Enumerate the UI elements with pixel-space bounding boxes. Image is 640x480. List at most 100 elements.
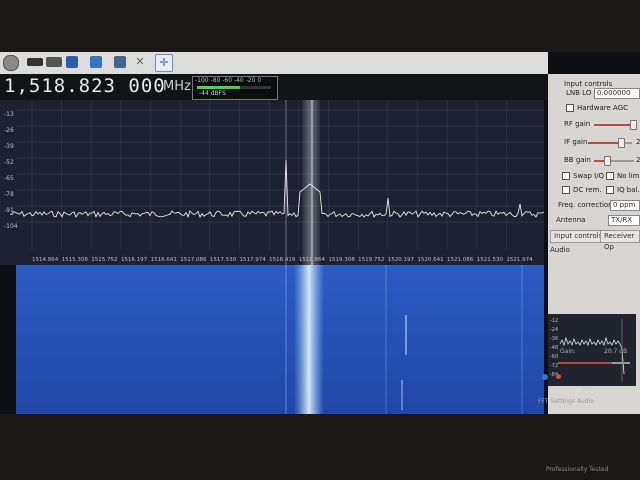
waterfall-display[interactable]	[16, 265, 544, 414]
rf-gain-slider[interactable]	[594, 124, 632, 126]
waterfall-signal	[294, 265, 324, 414]
fft-plot[interactable]: -13 -26 -39 -52 -65 -78 -91 -104 1514.864 1515.3…	[0, 100, 545, 265]
fft-y-tick: -65	[4, 175, 14, 182]
iq-balance-checkbox[interactable]: IQ bal.	[606, 186, 640, 194]
frequency-bar: 1,518.823 000 MHz -100 -80 -60 -40 -20 0…	[0, 74, 548, 100]
dsp-label: DSP	[582, 386, 595, 393]
record-icon[interactable]	[542, 374, 548, 380]
fft-x-tick: 1521.530	[477, 257, 504, 263]
crosshair-icon[interactable]: ✛	[155, 54, 173, 72]
checkbox-box	[566, 104, 574, 112]
frequency-display[interactable]: 1,518.823 000	[4, 75, 166, 97]
brand-sticker: Professionally Tested	[546, 466, 609, 473]
antenna-label: Antenna	[556, 216, 586, 224]
audio-y-tick: -24	[550, 327, 558, 333]
rf-gain-knob[interactable]	[630, 120, 637, 130]
frequency-unit: MHz	[163, 79, 191, 94]
fft-x-tick: 1521.086	[447, 257, 474, 263]
bb-gain-label: BB gain	[564, 156, 591, 164]
network-icon[interactable]	[114, 56, 126, 68]
signal-meter: -100 -80 -60 -40 -20 0 -44 dBFS	[192, 76, 278, 100]
swap-iq-label: Swap I/Q	[573, 172, 605, 180]
fft-x-tick: 1519.308	[328, 257, 355, 263]
tab-input-controls[interactable]: Input controls	[550, 230, 607, 243]
waterfall-svg	[16, 265, 544, 414]
fft-x-tick: 1517.530	[210, 257, 237, 263]
bb-gain-value: 2	[636, 156, 640, 164]
panel-title: Input controls	[564, 80, 613, 88]
screenshot-icon[interactable]	[90, 56, 102, 68]
audio-gain-slider[interactable]	[558, 362, 612, 364]
fft-x-tick: 1520.641	[417, 257, 443, 263]
freq-correction-field[interactable]: 0 ppm	[610, 200, 640, 211]
app-window: ✕ ✛ 1,518.823 000 MHz -100 -80 -60 -40 -…	[0, 52, 640, 414]
audio-y-tick: -72	[550, 363, 558, 369]
fft-x-tick: 1521.974	[506, 257, 533, 263]
fft-y-tick: -78	[4, 191, 14, 198]
tab-receiver-options[interactable]: Receiver Op	[600, 230, 640, 251]
fft-x-tick: 1520.197	[388, 257, 415, 263]
fft-x-tick: 1515.752	[91, 257, 117, 263]
rf-gain-label: RF gain	[564, 120, 591, 128]
fft-y-tick: -26	[4, 127, 14, 134]
checkbox-box	[606, 186, 614, 194]
fft-x-tick: 1516.197	[121, 257, 148, 263]
signal-meter-reading: -44 dBFS	[199, 90, 226, 97]
save-icon[interactable]	[66, 56, 78, 68]
play-icon[interactable]	[556, 374, 561, 379]
fft-y-tick: -91	[4, 207, 14, 214]
toolbar: ✕ ✛	[0, 52, 548, 75]
bottom-tabs[interactable]: FFT Settings Audio	[538, 398, 594, 405]
signal-meter-bar	[197, 86, 271, 89]
fft-x-tick: 1514.864	[32, 257, 59, 263]
checkbox-box	[606, 172, 614, 180]
power-icon[interactable]	[3, 55, 19, 71]
fft-y-tick: -104	[4, 223, 18, 230]
checkbox-box	[562, 172, 570, 180]
swap-iq-checkbox[interactable]: Swap I/Q	[562, 172, 604, 180]
audio-gain-label: Gain:	[560, 348, 576, 355]
if-gain-label: IF gain	[564, 138, 588, 146]
audio-y-tick: -36	[550, 336, 558, 342]
fft-x-tick: 1518.864	[299, 257, 326, 263]
freq-correction-label: Freq. correction	[558, 201, 613, 209]
fft-x-tick: 1517.086	[180, 257, 207, 263]
checkbox-box	[562, 186, 570, 194]
no-limits-checkbox[interactable]: No limi	[606, 172, 640, 180]
fft-x-tick: 1515.308	[62, 257, 89, 263]
signal-meter-scale: -100 -80 -60 -40 -20 0	[195, 77, 262, 84]
fft-x-tick: 1516.641	[151, 257, 177, 263]
tools-icon[interactable]: ✕	[134, 56, 146, 68]
fft-x-tick: 1518.419	[269, 257, 296, 263]
no-limits-label: No limi	[617, 172, 640, 180]
lnb-lo-field[interactable]: 0.000000	[594, 88, 640, 99]
audio-section-label: Audio	[550, 246, 570, 254]
dc-removal-label: DC rem.	[573, 186, 602, 194]
fft-y-tick: -52	[4, 159, 14, 166]
fft-x-tick: 1519.752	[358, 257, 384, 263]
device-icon[interactable]	[27, 58, 43, 66]
hardware-agc-checkbox[interactable]: Hardware AGC	[566, 104, 628, 112]
audio-gain-value: 20.7 dB	[604, 348, 628, 355]
monitor-frame: ✕ ✛ 1,518.823 000 MHz -100 -80 -60 -40 -…	[0, 0, 640, 480]
antenna-select[interactable]: TX/RX	[608, 215, 640, 226]
bb-gain-knob[interactable]	[604, 156, 611, 166]
spectrum-trace	[9, 159, 545, 218]
fft-x-tick: 1517.974	[240, 257, 267, 263]
dc-removal-checkbox[interactable]: DC rem.	[562, 186, 602, 194]
audio-y-tick: -60	[550, 354, 558, 360]
fft-plot-svg: -13 -26 -39 -52 -65 -78 -91 -104 1514.864 1515.3…	[4, 100, 545, 265]
lnb-lo-label: LNB LO	[566, 89, 592, 97]
if-gain-knob[interactable]	[618, 138, 625, 148]
fft-y-tick: -13	[4, 111, 14, 118]
iq-balance-label: IQ bal.	[617, 186, 640, 194]
audio-y-tick: -48	[550, 345, 558, 351]
fft-y-tick: -39	[4, 143, 14, 150]
signal-meter-fill	[197, 86, 240, 89]
if-gain-slider[interactable]	[588, 142, 620, 144]
hardware-agc-label: Hardware AGC	[577, 104, 628, 112]
channel-filter-band[interactable]	[302, 100, 320, 265]
if-gain-value: 2	[636, 138, 640, 146]
audio-y-tick: -12	[550, 318, 558, 324]
folder-icon[interactable]	[46, 57, 62, 67]
